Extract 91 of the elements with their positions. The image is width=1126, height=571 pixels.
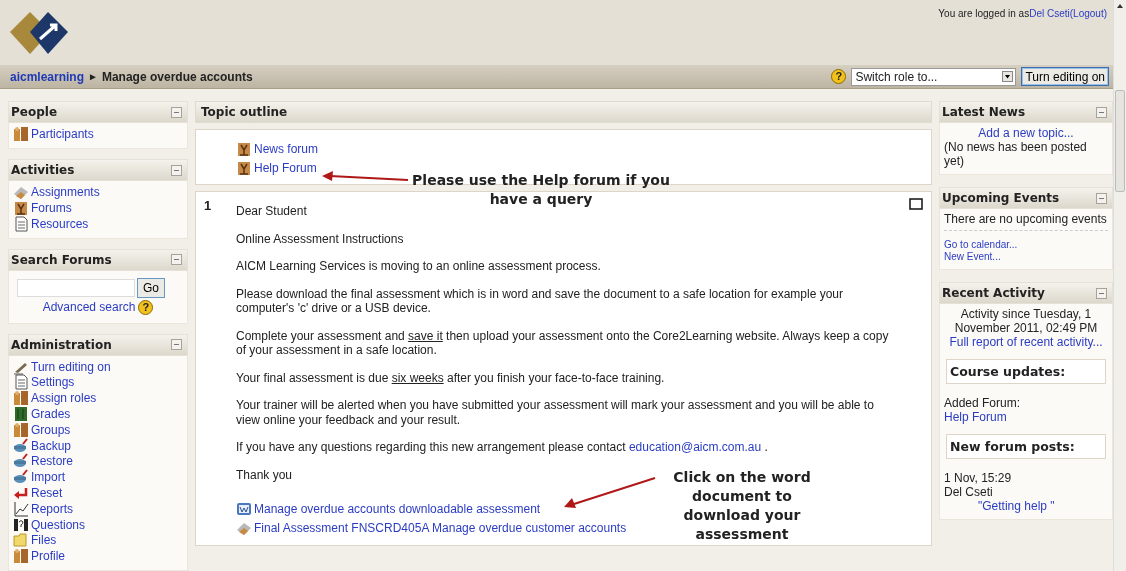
breadcrumb-link[interactable]: aicmlearning <box>10 69 85 84</box>
collapse-icon <box>1096 106 1107 118</box>
block-text: Added Forum: <box>944 396 1022 411</box>
subheading: New forum posts: <box>946 434 1106 460</box>
callout-text: Please use the Help forum if you have a query <box>411 171 671 209</box>
collapse-icon <box>171 339 182 351</box>
user-link[interactable]: Del Cseti <box>1029 8 1070 19</box>
paragraph: Complete your assessment and save it then upload your assessment onto the Core2Learning website. Always keep a copy of your assessment in a safe location. <box>236 328 890 358</box>
block-text: 1 Nov, 15:29 <box>944 471 1013 486</box>
scrollbar-thumb[interactable] <box>1115 90 1125 192</box>
collapse-icon <box>1096 192 1107 204</box>
paragraph: If you have any questions regarding this new arrangement please contact education@aicm.com.au . <box>236 440 769 455</box>
collapse-icon <box>1096 287 1107 299</box>
paragraph: Online Assessment Instructions <box>236 231 405 247</box>
sidebar-link[interactable]: Turn editing on <box>31 359 111 374</box>
block-link[interactable]: Go to calendar... <box>944 239 1018 251</box>
forum-link[interactable]: Help Forum <box>254 160 317 175</box>
sidebar-link[interactable]: Reports <box>31 501 74 516</box>
collapse-icon <box>171 106 182 118</box>
sidebar-link[interactable]: Profile <box>31 549 65 564</box>
topic-outline-title: Topic outline <box>201 105 288 120</box>
paragraph: AICM Learning Services is moving to an online assessment process. <box>236 259 602 274</box>
block-text: (No news has been posted yet) <box>944 140 1088 169</box>
sidebar-link[interactable]: Participants <box>31 127 94 142</box>
search-field[interactable] <box>17 278 135 297</box>
sidebar-link[interactable]: Assignments <box>31 185 100 200</box>
paragraph: Please download the final assessment which is in word and save the document to a safe location for example your computer's 'c' drive or a USB device. <box>236 286 844 316</box>
role-select[interactable]: Switch role to... <box>851 67 1017 86</box>
paragraph: Dear Student <box>236 204 308 219</box>
block-link[interactable]: Add a new topic... <box>978 126 1074 141</box>
block-link[interactable]: Help Forum <box>944 410 1007 425</box>
help-icon[interactable]: ? <box>138 299 154 315</box>
paragraph: Thank you <box>236 467 294 483</box>
line-chart-icon <box>13 500 29 517</box>
block-link[interactable]: New Event... <box>944 251 1001 263</box>
document-icon <box>13 374 29 391</box>
sidebar-link[interactable]: Reset <box>31 485 63 500</box>
block-title: Activities <box>11 163 75 178</box>
dropdown-icon <box>1002 71 1014 83</box>
subheading: Course updates: <box>946 359 1106 385</box>
disk-icon <box>13 437 29 454</box>
sidebar-link[interactable]: Restore <box>31 454 74 469</box>
disk-icon <box>13 469 29 486</box>
post-link[interactable]: "Getting help " <box>978 499 1055 514</box>
login-status: You are logged in as <box>938 8 1030 19</box>
block-link[interactable]: Full report of recent activity... <box>949 335 1103 350</box>
block-title: Search Forums <box>11 252 112 267</box>
block-text: Activity since Tuesday, 1 November 2011, 02:49 PM <box>953 307 1099 336</box>
collapse-icon <box>171 164 182 176</box>
turn-editing-on-button[interactable]: Turn editing on <box>1021 67 1109 87</box>
sidebar-link[interactable]: Assign roles <box>31 391 97 406</box>
go-button[interactable]: Go <box>137 277 165 298</box>
collapse-icon <box>171 254 182 266</box>
sidebar-link[interactable]: Files <box>31 533 57 548</box>
sidebar-link[interactable]: Import <box>31 470 65 485</box>
breadcrumb-current: Manage overdue accounts <box>101 69 253 84</box>
sidebar-link[interactable]: Backup <box>31 438 72 453</box>
resource-link[interactable]: Final Assessment FNSCRD405A Manage overdue customer accounts <box>254 520 627 535</box>
scroll-up-icon[interactable] <box>1117 4 1123 8</box>
document-icon <box>13 215 29 232</box>
forum-link[interactable]: News forum <box>254 141 318 156</box>
block-title: Upcoming Events <box>942 191 1060 206</box>
block-title: Recent Activity <box>942 286 1045 301</box>
paragraph: Your final assessment is due six weeks after you finish your face-to-face training. <box>236 370 666 386</box>
sidebar-link[interactable]: Forums <box>31 200 72 215</box>
sidebar-link[interactable]: Grades <box>31 406 71 421</box>
resource-link[interactable]: Manage overdue accounts downloadable assessment <box>254 501 541 516</box>
help-icon[interactable]: ? <box>831 69 847 85</box>
scrollbar[interactable] <box>1113 0 1126 571</box>
section-number: 1 <box>204 198 213 216</box>
sidebar-link[interactable]: Settings <box>31 375 75 390</box>
advanced-search-link[interactable]: Advanced search <box>42 300 136 315</box>
sidebar-link[interactable]: Resources <box>31 216 89 231</box>
disk-icon <box>13 453 29 470</box>
block-title: Latest News <box>942 105 1026 120</box>
paragraph: Your trainer will be alerted when you have submitted your assessment will mark your assessment and you will be able to view online your feedback and your result. <box>236 398 875 428</box>
breadcrumb-separator: ► <box>88 71 98 83</box>
block-title: Administration <box>11 337 112 352</box>
block-text: There are no upcoming events <box>944 212 1108 227</box>
highlight-toggle-icon <box>909 198 923 211</box>
sidebar-link[interactable]: Groups <box>31 422 71 437</box>
folder-icon <box>13 532 29 549</box>
logout-link[interactable]: (Logout) <box>1069 8 1107 19</box>
callout-text: Click on the word document to download your assessment <box>672 468 812 544</box>
questions-icon <box>13 516 29 533</box>
sidebar-link[interactable]: Questions <box>31 517 86 532</box>
word-document-icon <box>236 500 252 517</box>
block-text: Del Cseti <box>944 485 994 500</box>
grade-book-icon <box>13 405 29 422</box>
block-title: People <box>11 105 58 120</box>
email-link[interactable]: education@aicm.com.au <box>628 440 762 455</box>
